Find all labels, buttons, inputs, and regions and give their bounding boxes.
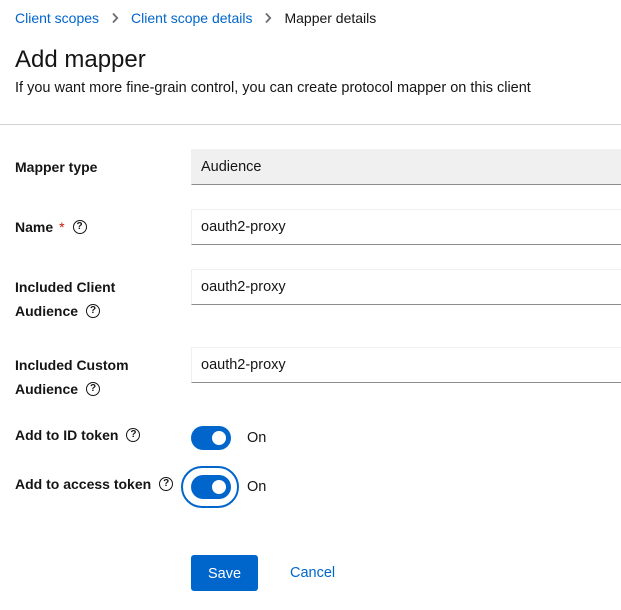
chevron-right-icon <box>252 12 284 24</box>
help-icon[interactable] <box>126 428 141 442</box>
included-custom-audience-label-line2: Audience <box>15 381 79 397</box>
name-input[interactable] <box>191 209 621 245</box>
switch-knob <box>212 480 226 494</box>
included-custom-audience-label: Included Custom Audience <box>15 353 129 401</box>
add-to-id-token-label-text: Add to ID token <box>15 427 119 443</box>
help-icon[interactable] <box>159 477 174 491</box>
add-to-access-token-label-text: Add to access token <box>15 476 152 492</box>
switch-knob <box>212 431 226 445</box>
mapper-type-label-text: Mapper type <box>15 159 98 175</box>
help-icon[interactable] <box>86 382 101 396</box>
breadcrumb-client-scopes[interactable]: Client scopes <box>15 10 99 26</box>
save-button[interactable]: Save <box>191 555 258 591</box>
add-to-access-token-state: On <box>247 479 267 495</box>
add-to-access-token-label: Add to access token <box>15 472 174 496</box>
included-client-audience-label-line1: Included Client <box>15 279 116 295</box>
breadcrumb-mapper-details: Mapper details <box>284 10 377 26</box>
help-icon[interactable] <box>72 220 87 234</box>
mapper-type-field: Audience <box>191 149 621 185</box>
add-to-id-token-label: Add to ID token <box>15 423 141 447</box>
header-divider <box>0 124 621 125</box>
name-label: Name * <box>15 215 87 239</box>
add-to-id-token-state: On <box>247 430 267 446</box>
add-to-id-token-switch[interactable] <box>191 426 231 450</box>
included-client-audience-input[interactable] <box>191 269 621 305</box>
breadcrumb-client-scope-details[interactable]: Client scope details <box>131 10 252 26</box>
required-indicator: * <box>59 219 65 235</box>
included-client-audience-label-line2: Audience <box>15 303 79 319</box>
mapper-type-label: Mapper type <box>15 155 97 179</box>
add-to-access-token-switch[interactable] <box>191 475 231 499</box>
included-client-audience-label: Included Client Audience <box>15 275 115 323</box>
chevron-right-icon <box>99 12 131 24</box>
included-custom-audience-input[interactable] <box>191 347 621 383</box>
cancel-button[interactable]: Cancel <box>290 555 335 591</box>
breadcrumb: Client scopes Client scope details Mappe… <box>15 8 376 28</box>
page-subtitle: If you want more fine-grain control, you… <box>15 80 531 96</box>
included-custom-audience-label-line1: Included Custom <box>15 357 129 373</box>
name-label-text: Name <box>15 219 54 235</box>
page-title: Add mapper <box>15 46 146 73</box>
help-icon[interactable] <box>86 304 101 318</box>
